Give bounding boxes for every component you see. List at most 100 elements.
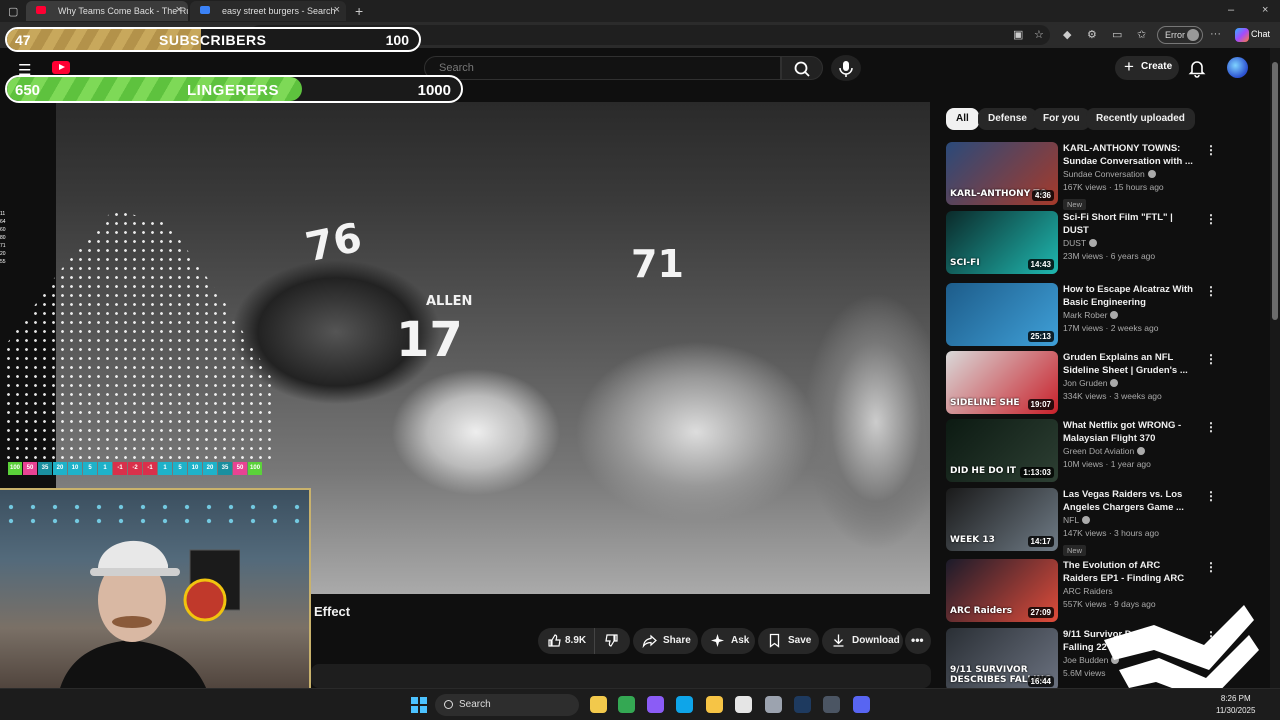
folder-icon[interactable] — [706, 696, 723, 713]
app-icon[interactable] — [823, 696, 840, 713]
video-title[interactable]: Las Vegas Raiders vs. Los Angeles Charge… — [1063, 488, 1195, 514]
close-tab-icon[interactable]: × — [334, 4, 340, 16]
channel-line[interactable]: Green Dot Aviation — [1063, 445, 1195, 458]
tab-youtube[interactable]: Why Teams Come Back - The Rul × — [26, 1, 188, 21]
side-number: 80 — [0, 235, 6, 241]
close-tab-icon[interactable]: × — [176, 4, 182, 16]
chip-all[interactable]: All — [946, 108, 979, 130]
voice-search-button[interactable] — [831, 55, 861, 81]
subscribers-count: 47 — [15, 32, 31, 48]
more-actions-button[interactable]: ••• — [905, 628, 931, 654]
video-title[interactable]: How to Escape Alcatraz With Basic Engine… — [1063, 283, 1195, 309]
recommended-video[interactable]: KARL-ANTHONY TO 4:36 KARL-ANTHONY TOWNS: S… — [946, 142, 1266, 210]
video-thumbnail[interactable]: 25:13 — [946, 283, 1058, 346]
channel-name: Mark Rober — [1063, 310, 1108, 320]
create-button[interactable]: Create — [1115, 56, 1179, 80]
capcut-icon[interactable] — [735, 696, 752, 713]
windows-start-icon[interactable] — [411, 697, 427, 713]
ask-label: Ask — [731, 635, 750, 646]
chip-for-you[interactable]: For you — [1033, 108, 1090, 130]
save-button[interactable]: Save — [758, 628, 819, 654]
steam-icon[interactable] — [794, 696, 811, 713]
recommended-video[interactable]: 25:13 How to Escape Alcatraz With Basic E… — [946, 283, 1266, 347]
profile-error-button[interactable]: Error — [1157, 26, 1203, 44]
discord-icon[interactable] — [853, 696, 870, 713]
side-number: 60 — [0, 227, 6, 233]
video-thumbnail[interactable]: WEEK 13 14:17 — [946, 488, 1058, 551]
video-thumbnail[interactable]: KARL-ANTHONY TO 4:36 — [946, 142, 1058, 205]
video-thumbnail[interactable]: 9/11 SURVIVOR DESCRIBES FALLING 16:44 — [946, 628, 1058, 691]
more-menu-icon[interactable]: ··· — [1210, 28, 1221, 40]
ticker-value: -1 — [143, 462, 158, 475]
description-box[interactable] — [311, 664, 931, 688]
taskbar-search-label: Search — [459, 699, 491, 710]
video-meta: 10M views · 1 year ago — [1063, 459, 1151, 469]
video-options-icon[interactable]: ⋮ — [1205, 285, 1217, 297]
video-options-icon[interactable]: ⋮ — [1205, 421, 1217, 433]
file-explorer-icon[interactable] — [590, 696, 607, 713]
video-thumbnail[interactable]: SCI-FI 14:43 — [946, 211, 1058, 274]
video-options-icon[interactable]: ⋮ — [1205, 561, 1217, 573]
extension-diamond-icon[interactable]: ◆ — [1063, 28, 1071, 41]
video-thumbnail[interactable]: DID HE DO IT 1:13:03 — [946, 419, 1058, 482]
channel-line[interactable]: DUST — [1063, 237, 1195, 250]
video-thumbnail[interactable]: ARC Raiders 27:09 — [946, 559, 1058, 622]
edge-icon[interactable] — [676, 696, 693, 713]
favorites-icon[interactable]: ✩ — [1137, 28, 1146, 41]
lingerers-goal-bar: 650 LINGERERS 1000 — [5, 75, 463, 103]
ticker-value: 35 — [218, 462, 233, 475]
system-clock[interactable]: 8:26 PM 11/30/2025 — [1216, 693, 1255, 717]
close-window-icon[interactable]: × — [1262, 4, 1268, 16]
video-thumbnail[interactable]: SIDELINE SHE 19:07 — [946, 351, 1058, 414]
channel-line[interactable]: Jon Gruden — [1063, 377, 1195, 390]
ask-button[interactable]: Ask — [701, 628, 755, 654]
page-scrollbar[interactable] — [1270, 48, 1280, 688]
new-tab-button[interactable]: + — [355, 3, 363, 19]
chip-recently-uploaded[interactable]: Recently uploaded — [1086, 108, 1195, 130]
search-button[interactable] — [781, 56, 823, 80]
reader-icon[interactable]: ▣ — [1013, 28, 1023, 41]
video-title[interactable]: KARL-ANTHONY TOWNS: Sundae Conversation … — [1063, 142, 1195, 168]
recommended-video[interactable]: SCI-FI 14:43 Sci-Fi Short Film "FTL" | DUS… — [946, 211, 1266, 275]
minimize-icon[interactable]: – — [1228, 4, 1234, 16]
chrome-icon[interactable] — [618, 696, 635, 713]
channel-line[interactable]: Sundae Conversation — [1063, 168, 1195, 181]
video-title[interactable]: The Evolution of ARC Raiders EP1 - Findi… — [1063, 559, 1195, 585]
video-options-icon[interactable]: ⋮ — [1205, 213, 1217, 225]
thumbnail-text: ARC Raiders — [950, 606, 1013, 616]
sidebar-toggle-icon[interactable]: ▢ — [8, 5, 18, 18]
favorite-star-icon[interactable]: ☆ — [1034, 28, 1044, 41]
channel-line[interactable]: Mark Rober — [1063, 309, 1195, 322]
recommended-video[interactable]: WEEK 13 14:17 Las Vegas Raiders vs. Los An… — [946, 488, 1266, 556]
extension-puzzle-icon[interactable]: ⚙ — [1087, 28, 1097, 41]
video-title[interactable]: Sci-Fi Short Film "FTL" | DUST — [1063, 211, 1195, 237]
share-button[interactable]: Share — [633, 628, 698, 654]
download-button[interactable]: Download — [822, 628, 903, 654]
notifications-button[interactable] — [1186, 57, 1208, 79]
recommended-video[interactable]: SIDELINE SHE 19:07 Gruden Explains an NFL … — [946, 351, 1266, 415]
verified-check-icon — [1110, 379, 1119, 387]
video-options-icon[interactable]: ⋮ — [1205, 353, 1217, 365]
account-avatar[interactable] — [1227, 57, 1248, 78]
upload-age: 1 year ago — [1110, 459, 1151, 469]
video-title[interactable]: What Netflix got WRONG - Malaysian Fligh… — [1063, 419, 1195, 445]
copilot-icon[interactable] — [647, 696, 664, 713]
chip-defense[interactable]: Defense — [978, 108, 1037, 130]
recommended-video[interactable]: DID HE DO IT 1:13:03 What Netflix got WRON… — [946, 419, 1266, 483]
channel-line[interactable]: NFL — [1063, 514, 1195, 527]
dislike-button[interactable] — [594, 628, 630, 654]
youtube-logo-icon[interactable] — [52, 61, 70, 74]
scrollbar-thumb[interactable] — [1272, 62, 1278, 320]
channel-name: Sundae Conversation — [1063, 169, 1145, 179]
obs-icon[interactable] — [765, 696, 782, 713]
copilot-chat-button[interactable]: Chat — [1233, 26, 1277, 44]
video-options-icon[interactable]: ⋮ — [1205, 490, 1217, 502]
video-title[interactable]: Gruden Explains an NFL Sideline Sheet | … — [1063, 351, 1195, 377]
split-screen-icon[interactable]: ▭ — [1112, 28, 1122, 41]
tab-search[interactable]: easy street burgers - Search × — [190, 1, 346, 21]
video-options-icon[interactable]: ⋮ — [1205, 144, 1217, 156]
like-button[interactable]: 8.9K — [538, 628, 594, 654]
search-input[interactable]: Search — [424, 56, 781, 80]
taskbar-search[interactable]: Search — [435, 694, 579, 716]
channel-line[interactable]: ARC Raiders — [1063, 585, 1195, 598]
